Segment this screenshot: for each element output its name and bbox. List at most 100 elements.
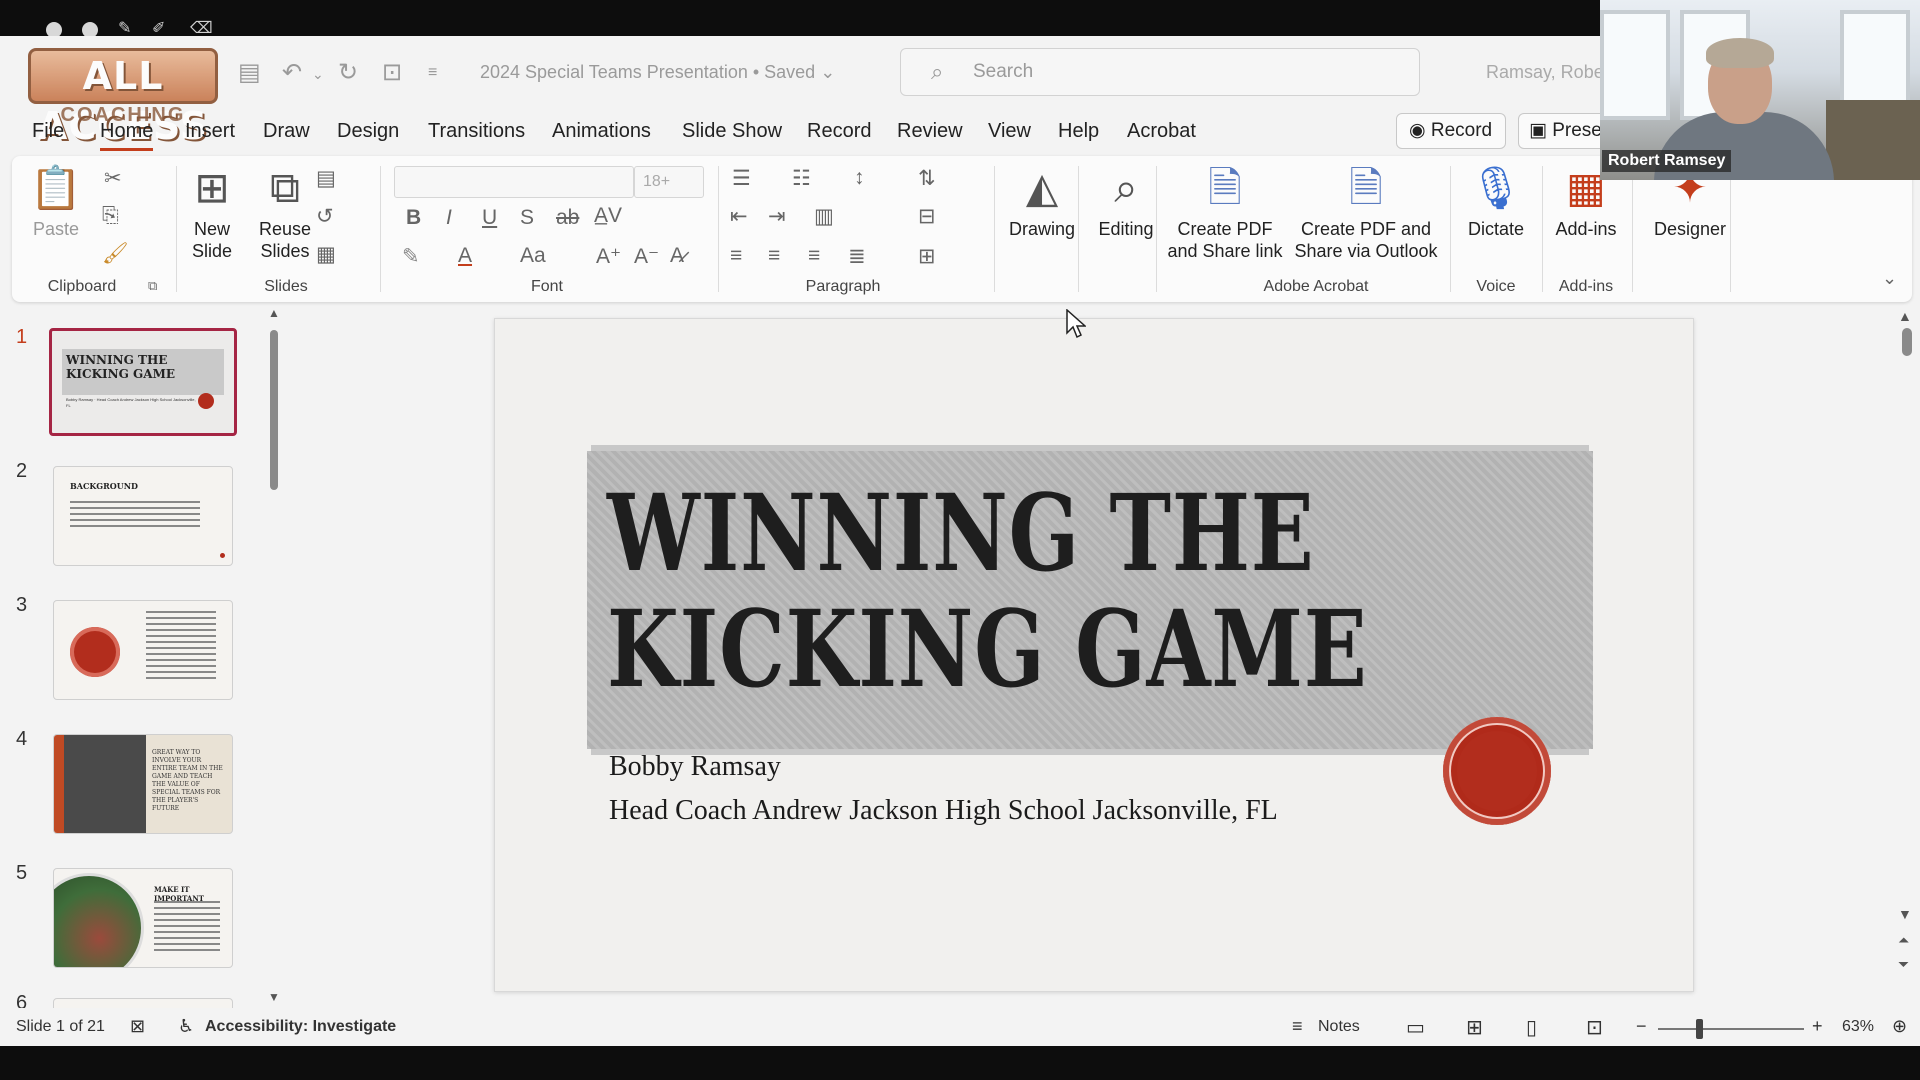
tab-review[interactable]: Review [897, 120, 963, 143]
document-title[interactable]: 2024 Special Teams Presentation • Saved … [480, 62, 835, 83]
slide-presenter-name[interactable]: Bobby Ramsay [609, 751, 781, 783]
next-slide-icon[interactable]: ⏷ [1898, 956, 1909, 973]
zoom-out-icon[interactable]: − [1636, 1016, 1647, 1037]
scroll-down-icon[interactable]: ▼ [1898, 906, 1912, 922]
dialog-launcher-icon[interactable]: ⧉ [148, 278, 157, 294]
new-slide-button[interactable]: ⊞ New Slide [180, 164, 244, 262]
dictate-button[interactable]: 🎙 Dictate [1458, 164, 1534, 240]
font-name-dropdown[interactable] [394, 166, 634, 198]
tab-file[interactable]: File [32, 120, 64, 143]
tab-insert[interactable]: Insert [185, 120, 235, 143]
tab-record[interactable]: Record [807, 120, 871, 143]
highlight-color-icon[interactable]: ✎ [402, 244, 420, 269]
present-from-start-icon[interactable]: ⊡ [382, 58, 402, 87]
strikethrough-icon[interactable]: ab [556, 206, 579, 230]
tab-help[interactable]: Help [1058, 120, 1099, 143]
smartart-icon[interactable]: ⊞ [918, 244, 936, 269]
eraser-icon[interactable]: ⌫ [190, 18, 213, 38]
search-input[interactable] [973, 59, 1373, 85]
slide-presenter-title[interactable]: Head Coach Andrew Jackson High School Ja… [609, 795, 1278, 827]
tab-slide-show[interactable]: Slide Show [682, 120, 782, 143]
highlighter-icon[interactable]: ✐ [152, 18, 165, 38]
thumbnail-slide-4[interactable]: GREAT WAY TO INVOLVE YOUR ENTIRE TEAM IN… [53, 734, 233, 834]
numbering-icon[interactable]: ☷ [792, 166, 811, 191]
scroll-up-icon[interactable]: ▲ [268, 306, 280, 320]
user-name[interactable]: Ramsay, Robe [1486, 62, 1604, 83]
reading-view-icon[interactable]: ▯ [1526, 1015, 1537, 1040]
thumbnail-scrollbar[interactable] [270, 330, 278, 490]
columns-icon[interactable]: ▥ [814, 204, 834, 229]
format-painter-icon[interactable]: 🖌 [102, 242, 129, 266]
underline-icon[interactable]: U [482, 206, 497, 230]
slide-scrollbar[interactable] [1902, 328, 1912, 356]
tab-animations[interactable]: Animations [552, 120, 651, 143]
justify-icon[interactable]: ≣ [848, 244, 866, 269]
search-box[interactable]: ⌕ [900, 48, 1420, 96]
layout-icon[interactable]: ▤ [316, 166, 336, 191]
clear-formatting-icon[interactable]: A̷ [670, 244, 684, 268]
increase-font-icon[interactable]: A⁺ [596, 244, 621, 269]
spelling-check-icon[interactable]: ⊠ [130, 1016, 145, 1037]
align-right-icon[interactable]: ≡ [808, 244, 820, 268]
create-pdf-share-link-button[interactable]: 🗎 Create PDF and Share link [1164, 164, 1286, 262]
reset-icon[interactable]: ↺ [316, 204, 334, 229]
thumbnail-slide-1[interactable]: WINNING THE KICKING GAME Bobby Ramsay · … [49, 328, 237, 436]
line-spacing-icon[interactable]: ↕ [854, 166, 865, 190]
reuse-slides-button[interactable]: ⧉ Reuse Slides [250, 164, 320, 262]
thumbnail-slide-3[interactable] [53, 600, 233, 700]
tab-view[interactable]: View [988, 120, 1031, 143]
change-case-icon[interactable]: Aa [520, 244, 546, 268]
fit-to-window-icon[interactable]: ⊕ [1892, 1016, 1907, 1037]
ribbon-expand-icon[interactable]: ⌄ [1882, 268, 1897, 289]
align-text-icon[interactable]: ⊟ [918, 204, 936, 229]
notes-icon[interactable]: ≡ [1292, 1016, 1303, 1037]
tab-home[interactable]: Home [100, 120, 154, 151]
character-spacing-icon[interactable]: A̲V [594, 204, 622, 228]
thumbnail-slide-5[interactable]: MAKE IT IMPORTANT [53, 868, 233, 968]
zoom-slider-handle[interactable] [1696, 1019, 1703, 1039]
notes-button[interactable]: Notes [1318, 1018, 1360, 1036]
create-pdf-outlook-button[interactable]: 🗎 Create PDF and Share via Outlook [1292, 164, 1440, 262]
tab-acrobat[interactable]: Acrobat [1127, 120, 1196, 143]
scroll-up-icon[interactable]: ▲ [1898, 308, 1912, 324]
zoom-level[interactable]: 63% [1842, 1018, 1874, 1036]
align-left-icon[interactable]: ≡ [730, 244, 742, 268]
tab-transitions[interactable]: Transitions [428, 120, 525, 143]
align-center-icon[interactable]: ≡ [768, 244, 780, 268]
decrease-font-icon[interactable]: A⁻ [634, 244, 659, 269]
slide-show-icon[interactable]: ⊡ [1586, 1015, 1603, 1040]
copy-icon[interactable]: ⎘ [102, 204, 119, 228]
save-icon[interactable]: ▤ [238, 58, 261, 87]
undo-dropdown-icon[interactable]: ⌄ [312, 66, 324, 83]
thumbnail-slide-6[interactable] [53, 998, 233, 1008]
slide-title[interactable]: WINNING THE KICKING GAME [607, 475, 1566, 707]
slide-sorter-icon[interactable]: ⊞ [1466, 1015, 1483, 1040]
font-color-icon[interactable]: A [458, 244, 472, 268]
shadow-icon[interactable]: S [520, 206, 534, 230]
zoom-slider[interactable] [1658, 1028, 1804, 1030]
pen-tool-icon[interactable]: ✎ [118, 18, 131, 38]
zoom-in-icon[interactable]: + [1812, 1016, 1823, 1037]
normal-view-icon[interactable]: ▭ [1406, 1015, 1425, 1040]
bold-icon[interactable]: B [406, 206, 421, 230]
bullets-icon[interactable]: ☰ [732, 166, 751, 191]
section-icon[interactable]: ▦ [316, 242, 336, 267]
cut-icon[interactable]: ✂ [104, 166, 122, 191]
scroll-down-icon[interactable]: ▼ [268, 990, 280, 1004]
font-size-dropdown[interactable]: 18+ [634, 166, 704, 198]
sort-icon[interactable]: ⇅ [918, 166, 936, 191]
thumbnail-slide-2[interactable]: BACKGROUND [53, 466, 233, 566]
tab-draw[interactable]: Draw [263, 120, 310, 143]
paste-button[interactable]: 📋 Paste [28, 164, 84, 240]
tab-design[interactable]: Design [337, 120, 399, 143]
slide-canvas[interactable]: WINNING THE KICKING GAME Bobby Ramsay He… [494, 318, 1694, 992]
increase-indent-icon[interactable]: ⇥ [768, 204, 786, 229]
drawing-button[interactable]: ◭ Drawing [1000, 164, 1084, 240]
accessibility-icon[interactable]: ♿ [178, 1016, 194, 1037]
record-button[interactable]: ◉ Record [1396, 113, 1506, 149]
redo-icon[interactable]: ↻ [338, 58, 358, 87]
previous-slide-icon[interactable]: ⏶ [1898, 932, 1909, 949]
italic-icon[interactable]: I [446, 206, 452, 230]
accessibility-status[interactable]: Accessibility: Investigate [205, 1018, 396, 1036]
decrease-indent-icon[interactable]: ⇤ [730, 204, 748, 229]
